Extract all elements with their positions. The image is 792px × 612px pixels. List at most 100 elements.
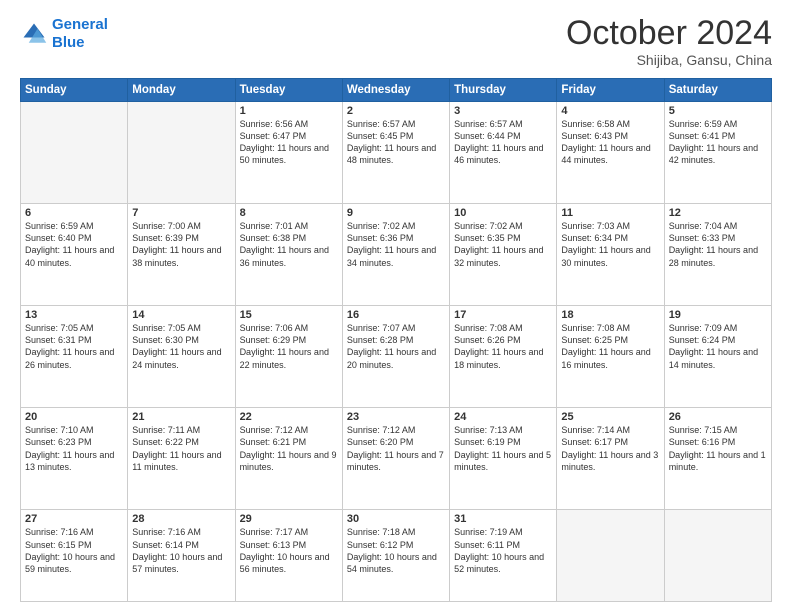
calendar-cell: 8Sunrise: 7:01 AM Sunset: 6:38 PM Daylig… — [235, 204, 342, 306]
day-number: 15 — [240, 309, 338, 321]
day-number: 27 — [25, 513, 123, 525]
location: Shijiba, Gansu, China — [566, 52, 772, 68]
day-info: Sunrise: 7:16 AM Sunset: 6:15 PM Dayligh… — [25, 526, 123, 575]
day-info: Sunrise: 7:19 AM Sunset: 6:11 PM Dayligh… — [454, 526, 552, 575]
calendar-cell: 26Sunrise: 7:15 AM Sunset: 6:16 PM Dayli… — [664, 408, 771, 510]
day-number: 17 — [454, 309, 552, 321]
day-number: 7 — [132, 207, 230, 219]
header-monday: Monday — [128, 79, 235, 102]
day-number: 24 — [454, 411, 552, 423]
logo-text: General Blue — [52, 16, 108, 52]
day-info: Sunrise: 7:05 AM Sunset: 6:30 PM Dayligh… — [132, 322, 230, 371]
logo-icon — [20, 20, 48, 48]
calendar-cell: 25Sunrise: 7:14 AM Sunset: 6:17 PM Dayli… — [557, 408, 664, 510]
day-info: Sunrise: 7:02 AM Sunset: 6:36 PM Dayligh… — [347, 220, 445, 269]
month-title: October 2024 — [566, 16, 772, 50]
day-number: 30 — [347, 513, 445, 525]
day-number: 11 — [561, 207, 659, 219]
day-info: Sunrise: 7:18 AM Sunset: 6:12 PM Dayligh… — [347, 526, 445, 575]
calendar-cell — [21, 102, 128, 204]
day-number: 20 — [25, 411, 123, 423]
header-thursday: Thursday — [450, 79, 557, 102]
day-info: Sunrise: 7:11 AM Sunset: 6:22 PM Dayligh… — [132, 424, 230, 473]
calendar-cell: 23Sunrise: 7:12 AM Sunset: 6:20 PM Dayli… — [342, 408, 449, 510]
day-info: Sunrise: 6:56 AM Sunset: 6:47 PM Dayligh… — [240, 118, 338, 167]
day-info: Sunrise: 7:08 AM Sunset: 6:26 PM Dayligh… — [454, 322, 552, 371]
calendar-header-row: Sunday Monday Tuesday Wednesday Thursday… — [21, 79, 772, 102]
calendar-cell: 2Sunrise: 6:57 AM Sunset: 6:45 PM Daylig… — [342, 102, 449, 204]
day-number: 5 — [669, 105, 767, 117]
calendar-cell: 10Sunrise: 7:02 AM Sunset: 6:35 PM Dayli… — [450, 204, 557, 306]
day-info: Sunrise: 6:57 AM Sunset: 6:44 PM Dayligh… — [454, 118, 552, 167]
day-info: Sunrise: 7:05 AM Sunset: 6:31 PM Dayligh… — [25, 322, 123, 371]
day-info: Sunrise: 7:02 AM Sunset: 6:35 PM Dayligh… — [454, 220, 552, 269]
calendar-cell: 20Sunrise: 7:10 AM Sunset: 6:23 PM Dayli… — [21, 408, 128, 510]
day-number: 25 — [561, 411, 659, 423]
logo: General Blue — [20, 16, 108, 52]
day-info: Sunrise: 7:04 AM Sunset: 6:33 PM Dayligh… — [669, 220, 767, 269]
day-info: Sunrise: 6:59 AM Sunset: 6:41 PM Dayligh… — [669, 118, 767, 167]
calendar-cell: 17Sunrise: 7:08 AM Sunset: 6:26 PM Dayli… — [450, 306, 557, 408]
day-number: 18 — [561, 309, 659, 321]
header-friday: Friday — [557, 79, 664, 102]
calendar-cell: 3Sunrise: 6:57 AM Sunset: 6:44 PM Daylig… — [450, 102, 557, 204]
day-info: Sunrise: 7:01 AM Sunset: 6:38 PM Dayligh… — [240, 220, 338, 269]
calendar-cell: 19Sunrise: 7:09 AM Sunset: 6:24 PM Dayli… — [664, 306, 771, 408]
calendar-cell: 13Sunrise: 7:05 AM Sunset: 6:31 PM Dayli… — [21, 306, 128, 408]
calendar-cell — [664, 510, 771, 602]
day-number: 19 — [669, 309, 767, 321]
calendar-cell — [128, 102, 235, 204]
day-number: 21 — [132, 411, 230, 423]
calendar-cell: 1Sunrise: 6:56 AM Sunset: 6:47 PM Daylig… — [235, 102, 342, 204]
day-number: 4 — [561, 105, 659, 117]
header-sunday: Sunday — [21, 79, 128, 102]
calendar-cell — [557, 510, 664, 602]
day-info: Sunrise: 6:59 AM Sunset: 6:40 PM Dayligh… — [25, 220, 123, 269]
day-info: Sunrise: 7:06 AM Sunset: 6:29 PM Dayligh… — [240, 322, 338, 371]
day-number: 22 — [240, 411, 338, 423]
day-info: Sunrise: 6:57 AM Sunset: 6:45 PM Dayligh… — [347, 118, 445, 167]
day-info: Sunrise: 7:13 AM Sunset: 6:19 PM Dayligh… — [454, 424, 552, 473]
calendar-cell: 31Sunrise: 7:19 AM Sunset: 6:11 PM Dayli… — [450, 510, 557, 602]
day-info: Sunrise: 7:16 AM Sunset: 6:14 PM Dayligh… — [132, 526, 230, 575]
day-number: 9 — [347, 207, 445, 219]
day-info: Sunrise: 7:15 AM Sunset: 6:16 PM Dayligh… — [669, 424, 767, 473]
calendar-cell: 14Sunrise: 7:05 AM Sunset: 6:30 PM Dayli… — [128, 306, 235, 408]
calendar-cell: 30Sunrise: 7:18 AM Sunset: 6:12 PM Dayli… — [342, 510, 449, 602]
day-number: 26 — [669, 411, 767, 423]
day-number: 14 — [132, 309, 230, 321]
calendar-cell: 11Sunrise: 7:03 AM Sunset: 6:34 PM Dayli… — [557, 204, 664, 306]
title-block: October 2024 Shijiba, Gansu, China — [566, 16, 772, 68]
calendar-cell: 24Sunrise: 7:13 AM Sunset: 6:19 PM Dayli… — [450, 408, 557, 510]
day-number: 6 — [25, 207, 123, 219]
day-number: 16 — [347, 309, 445, 321]
day-info: Sunrise: 7:12 AM Sunset: 6:20 PM Dayligh… — [347, 424, 445, 473]
day-number: 29 — [240, 513, 338, 525]
day-number: 28 — [132, 513, 230, 525]
day-info: Sunrise: 7:12 AM Sunset: 6:21 PM Dayligh… — [240, 424, 338, 473]
day-number: 13 — [25, 309, 123, 321]
header-saturday: Saturday — [664, 79, 771, 102]
day-number: 3 — [454, 105, 552, 117]
calendar-table: Sunday Monday Tuesday Wednesday Thursday… — [20, 78, 772, 602]
day-info: Sunrise: 7:10 AM Sunset: 6:23 PM Dayligh… — [25, 424, 123, 473]
day-number: 8 — [240, 207, 338, 219]
calendar-cell: 12Sunrise: 7:04 AM Sunset: 6:33 PM Dayli… — [664, 204, 771, 306]
header-wednesday: Wednesday — [342, 79, 449, 102]
day-number: 1 — [240, 105, 338, 117]
calendar-cell: 15Sunrise: 7:06 AM Sunset: 6:29 PM Dayli… — [235, 306, 342, 408]
calendar-cell: 5Sunrise: 6:59 AM Sunset: 6:41 PM Daylig… — [664, 102, 771, 204]
day-number: 31 — [454, 513, 552, 525]
calendar-cell: 21Sunrise: 7:11 AM Sunset: 6:22 PM Dayli… — [128, 408, 235, 510]
calendar-cell: 9Sunrise: 7:02 AM Sunset: 6:36 PM Daylig… — [342, 204, 449, 306]
calendar-cell: 29Sunrise: 7:17 AM Sunset: 6:13 PM Dayli… — [235, 510, 342, 602]
calendar-cell: 28Sunrise: 7:16 AM Sunset: 6:14 PM Dayli… — [128, 510, 235, 602]
calendar-cell: 16Sunrise: 7:07 AM Sunset: 6:28 PM Dayli… — [342, 306, 449, 408]
calendar-cell: 7Sunrise: 7:00 AM Sunset: 6:39 PM Daylig… — [128, 204, 235, 306]
day-number: 2 — [347, 105, 445, 117]
header: General Blue October 2024 Shijiba, Gansu… — [20, 16, 772, 68]
calendar-cell: 18Sunrise: 7:08 AM Sunset: 6:25 PM Dayli… — [557, 306, 664, 408]
day-info: Sunrise: 6:58 AM Sunset: 6:43 PM Dayligh… — [561, 118, 659, 167]
day-info: Sunrise: 7:14 AM Sunset: 6:17 PM Dayligh… — [561, 424, 659, 473]
calendar-cell: 6Sunrise: 6:59 AM Sunset: 6:40 PM Daylig… — [21, 204, 128, 306]
